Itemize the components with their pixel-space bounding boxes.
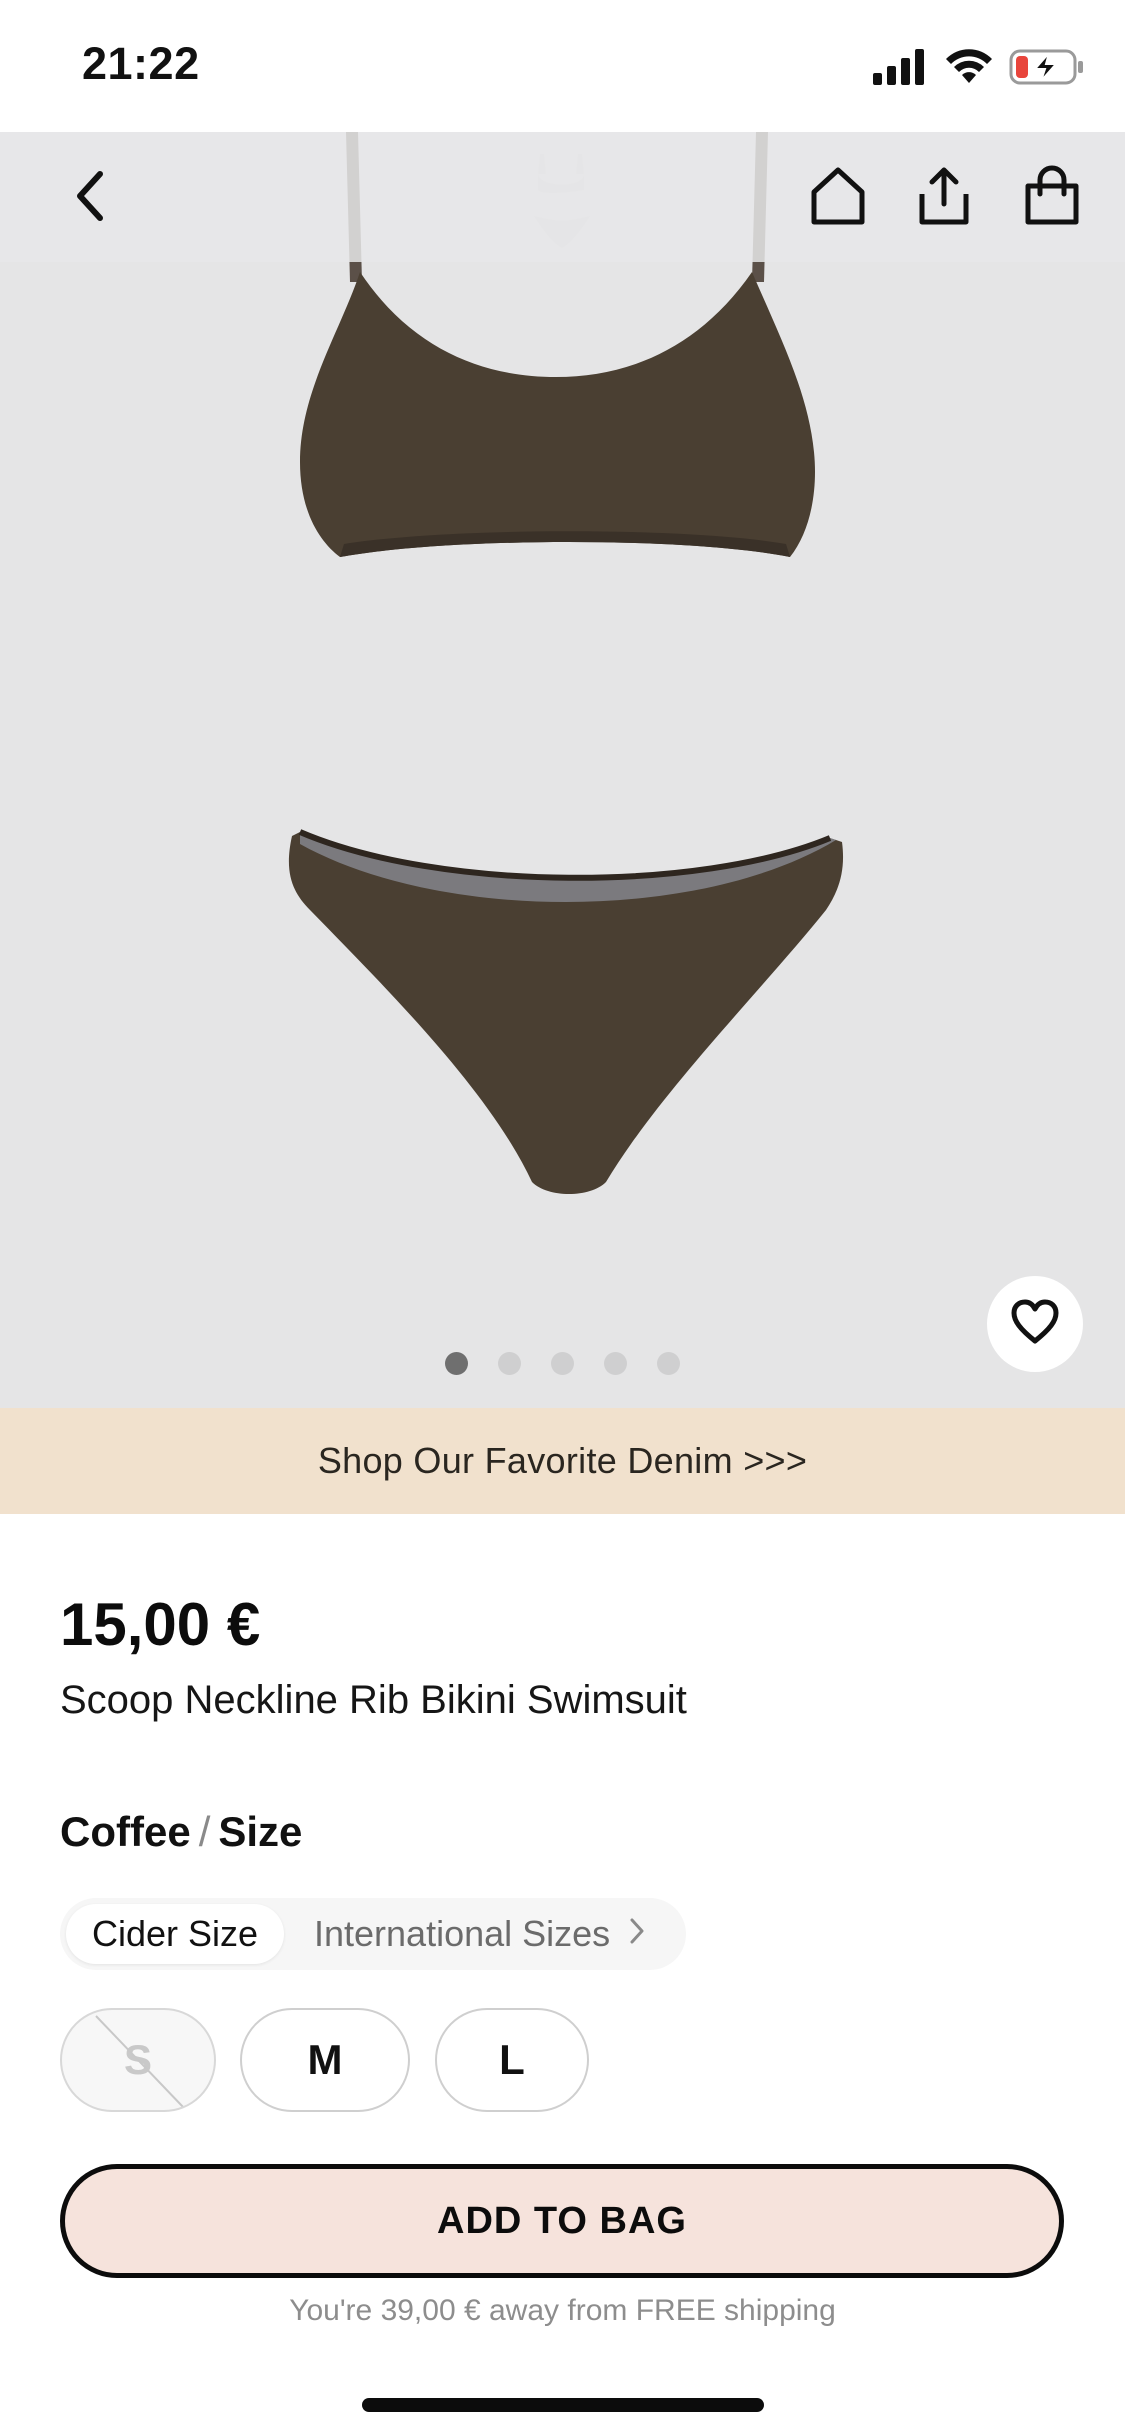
chevron-left-icon	[70, 168, 110, 229]
gallery-pagination	[0, 1352, 1125, 1375]
promo-banner[interactable]: Shop Our Favorite Denim >>>	[0, 1408, 1125, 1514]
heart-icon	[1010, 1299, 1060, 1350]
product-image	[288, 132, 844, 1194]
variant-heading: Coffee / Size	[60, 1808, 302, 1856]
color-name: Coffee	[60, 1808, 191, 1855]
free-shipping-note: You're 39,00 € away from FREE shipping	[289, 2294, 836, 2327]
size-option-s[interactable]: S	[60, 2008, 216, 2112]
size-system-tabs: Cider Size International Sizes	[60, 1898, 686, 1970]
product-title: Scoop Neckline Rib Bikini Swimsuit	[60, 1678, 687, 1722]
product-price: 15,00 €	[60, 1591, 261, 1658]
home-button[interactable]	[800, 160, 876, 236]
gallery-dot[interactable]	[657, 1352, 680, 1375]
home-icon	[806, 164, 870, 233]
size-label: M	[307, 2036, 343, 2083]
product-gallery[interactable]	[0, 132, 1125, 1408]
gallery-dot[interactable]	[604, 1352, 627, 1375]
back-button[interactable]	[52, 160, 128, 236]
bag-button[interactable]	[1014, 160, 1090, 236]
size-label: L	[499, 2036, 525, 2083]
tab-international-sizes[interactable]: International Sizes	[314, 1904, 646, 1964]
wishlist-button[interactable]	[987, 1276, 1083, 1372]
home-indicator[interactable]	[362, 2398, 764, 2412]
shopping-bag-icon	[1020, 164, 1084, 233]
top-navigation	[0, 132, 1125, 262]
gallery-dot[interactable]	[551, 1352, 574, 1375]
size-heading: Size	[218, 1808, 303, 1855]
size-option-m[interactable]: M	[240, 2008, 410, 2112]
battery-charging-icon	[1009, 48, 1085, 91]
gallery-dot[interactable]	[498, 1352, 521, 1375]
status-bar: 21:22	[0, 0, 1125, 132]
status-time: 21:22	[82, 38, 200, 89]
size-option-l[interactable]: L	[435, 2008, 589, 2112]
cellular-signal-icon	[873, 49, 929, 90]
share-button[interactable]	[906, 160, 982, 236]
tab-international-label: International Sizes	[314, 1913, 611, 1954]
add-to-bag-button[interactable]: ADD TO BAG	[60, 2164, 1064, 2278]
wifi-icon	[945, 49, 993, 90]
heading-separator: /	[198, 1808, 211, 1855]
status-icons	[873, 48, 1085, 91]
share-icon	[912, 164, 976, 233]
tab-cider-size[interactable]: Cider Size	[66, 1904, 285, 1964]
chevron-right-icon	[628, 1904, 646, 1964]
gallery-dot[interactable]	[445, 1352, 468, 1375]
